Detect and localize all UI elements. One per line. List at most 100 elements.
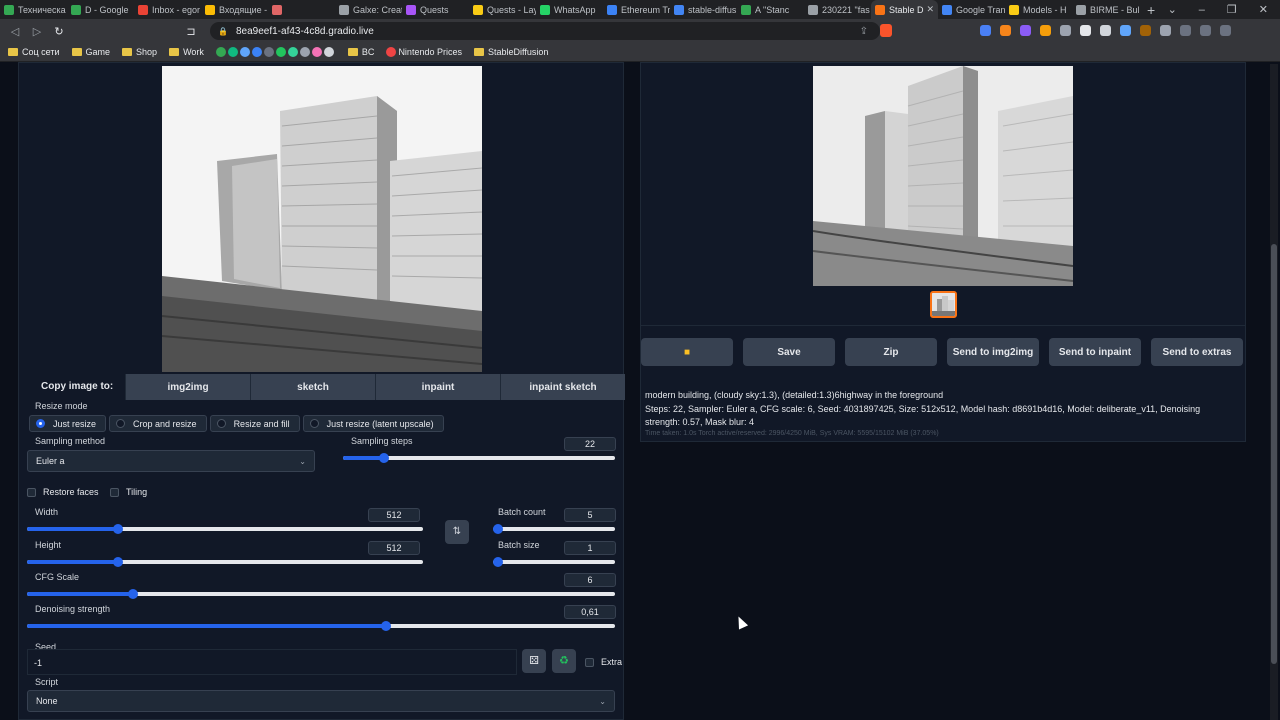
batch-size-slider[interactable] [493,557,615,567]
extra-seed-checkbox[interactable]: Extra [585,657,622,667]
slider-thumb[interactable] [378,453,389,463]
send-to-img2img-button[interactable]: Send to img2img [947,338,1039,366]
slider-thumb[interactable] [380,621,391,631]
swap-dimensions-button[interactable]: ⇅ [445,520,469,544]
extension-icon[interactable] [1040,25,1051,36]
batch-count-slider[interactable] [493,524,615,534]
save-button[interactable]: Save [743,338,835,366]
gallery-thumbnail[interactable] [930,291,957,318]
puzzle-icon[interactable] [1160,25,1171,36]
bookmark-folder[interactable]: Shop [122,47,157,57]
cfg-scale-input[interactable]: 6 [564,573,616,587]
browser-tab[interactable]: Ethereum Tr [603,0,670,19]
resize-mode-option[interactable]: Crop and resize [109,415,207,432]
seed-input[interactable]: -1 [27,649,517,675]
back-icon[interactable]: ◁ [4,25,26,38]
reuse-seed-button[interactable]: ♻ [552,649,576,673]
menu-icon[interactable] [1220,25,1231,36]
url-field[interactable]: 🔒 8ea9eef1-af43-4c8d.gradio.live ⇪ [210,22,892,40]
resize-mode-option[interactable]: Just resize (latent upscale) [302,415,444,432]
wallet-icon[interactable] [1200,25,1211,36]
tab-search-icon[interactable]: ⌄ [1168,3,1177,16]
slider-thumb[interactable] [493,524,503,534]
browser-tab[interactable]: Техническа [0,0,67,19]
sampling-method-select[interactable]: Euler a ⌄ [27,450,315,472]
extension-icon[interactable] [1020,25,1031,36]
browser-tab[interactable]: Galxe: Creat [335,0,402,19]
reload-icon[interactable]: ↻ [48,25,70,38]
scrollbar-thumb[interactable] [1271,244,1277,664]
browser-tab[interactable]: WhatsApp [536,0,603,19]
browser-tab[interactable]: Google Tran [938,0,1005,19]
sampling-steps-slider[interactable] [343,453,615,463]
browser-tab[interactable]: Входящие - [201,0,268,19]
restore-icon[interactable]: ❐ [1227,3,1237,16]
browser-tab[interactable]: Quests [402,0,469,19]
extension-icon[interactable] [980,25,991,36]
browser-tab[interactable] [268,0,335,19]
slider-thumb[interactable] [113,524,124,534]
sampling-steps-input[interactable]: 22 [564,437,616,451]
minimize-icon[interactable]: – [1199,4,1205,16]
bookmark-folder[interactable]: Game [71,47,110,57]
extension-icon[interactable] [1100,25,1111,36]
extension-icon[interactable] [1120,25,1131,36]
slider-thumb[interactable] [493,557,503,567]
copy-to-inpaint-sketch-button[interactable]: inpaint sketch [500,374,625,400]
zip-button[interactable]: Zip [845,338,937,366]
brave-shield-icon[interactable] [880,24,892,37]
bookmark-folder[interactable]: StableDiffusion [473,47,548,57]
share-icon[interactable]: ⇪ [860,26,868,37]
batch-size-input[interactable]: 1 [564,541,616,555]
tiling-checkbox[interactable]: Tiling [110,487,147,497]
bookmark-icon[interactable]: ⊐ [180,25,202,38]
height-slider[interactable] [27,557,423,567]
sidebar-icon[interactable] [1180,25,1191,36]
width-input[interactable]: 512 [368,508,420,522]
denoising-slider[interactable] [27,621,615,631]
browser-tab[interactable]: Inbox - egor [134,0,201,19]
browser-tab[interactable]: stable-diffus [670,0,737,19]
forward-icon[interactable]: ▷ [26,25,48,38]
input-image[interactable] [162,66,482,372]
browser-tab[interactable]: D - Google [67,0,134,19]
bookmark-folder[interactable]: Work [169,47,204,57]
browser-tab[interactable]: BIRME - Bul [1072,0,1139,19]
cfg-scale-slider[interactable] [27,589,615,599]
browser-tab[interactable]: A "Stanc [737,0,804,19]
new-tab-icon[interactable]: + [1139,2,1163,18]
bookmark-folder[interactable]: BC [347,47,374,57]
batch-count-input[interactable]: 5 [564,508,616,522]
extension-icon[interactable] [1140,25,1151,36]
extension-icon[interactable] [1060,25,1071,36]
extension-icon[interactable] [1080,25,1091,36]
restore-faces-checkbox[interactable]: Restore faces [27,487,99,497]
resize-mode-option[interactable]: Resize and fill [209,415,300,432]
output-image[interactable] [813,66,1073,286]
browser-tab[interactable]: Models - H [1005,0,1072,19]
metamask-icon[interactable] [1000,25,1011,36]
copy-to-img2img-button[interactable]: img2img [125,374,250,400]
height-input[interactable]: 512 [368,541,420,555]
copy-to-sketch-button[interactable]: sketch [250,374,375,400]
page-scrollbar[interactable] [1270,64,1278,720]
browser-tab[interactable]: Stable D ✕ [871,0,938,19]
browser-tab[interactable]: 230221 "fas [804,0,871,19]
slider-thumb[interactable] [127,589,138,599]
random-seed-button[interactable]: ⚄ [522,649,546,673]
denoising-input[interactable]: 0,61 [564,605,616,619]
send-to-inpaint-button[interactable]: Send to inpaint [1049,338,1141,366]
bookmark-icons[interactable] [215,47,336,57]
open-folder-button[interactable]: ■ [641,338,733,366]
send-to-extras-button[interactable]: Send to extras [1151,338,1243,366]
resize-mode-option[interactable]: Just resize [29,415,107,432]
script-select[interactable]: None ⌄ [27,690,615,712]
slider-thumb[interactable] [113,557,124,567]
bookmark-folder[interactable]: Соц сети [8,47,60,57]
width-slider[interactable] [27,524,423,534]
copy-to-inpaint-button[interactable]: inpaint [375,374,500,400]
bookmark-link[interactable]: Nintendo Prices [386,47,462,57]
close-tab-icon[interactable]: ✕ [926,4,934,15]
close-window-icon[interactable]: ✕ [1259,3,1268,16]
browser-tab[interactable]: Quests - Lay [469,0,536,19]
